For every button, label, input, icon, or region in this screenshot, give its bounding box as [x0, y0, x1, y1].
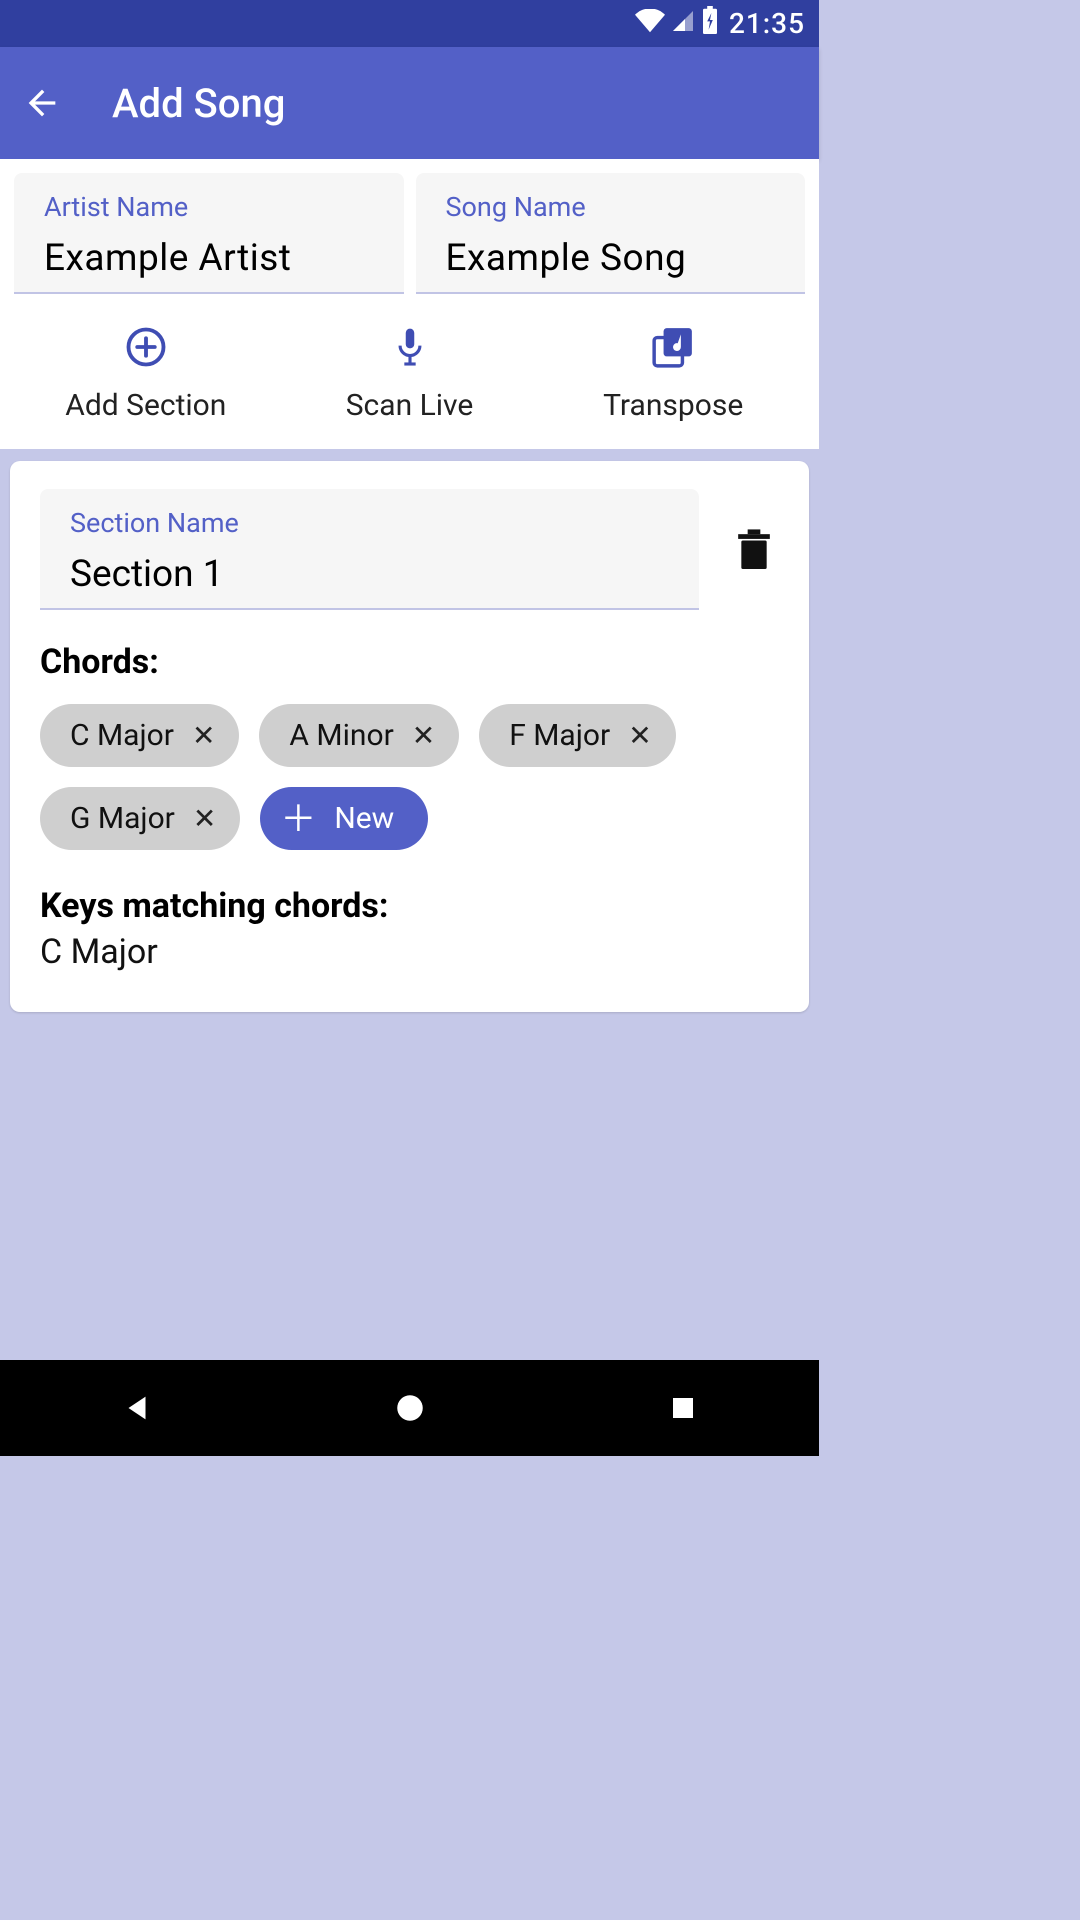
chord-chip[interactable]: A Minor ✕ — [259, 704, 459, 767]
nav-recents-button[interactable] — [658, 1383, 708, 1433]
wifi-icon — [635, 7, 665, 40]
chord-chip-list: C Major ✕ A Minor ✕ F Major ✕ G Major ✕ … — [40, 704, 779, 850]
action-row: Add Section Scan Live Transpose — [14, 312, 805, 449]
song-name-label: Song Name — [446, 191, 776, 223]
section-name-value: Section 1 — [70, 553, 669, 596]
chord-chip-label: A Minor — [289, 718, 393, 753]
chord-chip-label: F Major — [509, 718, 610, 753]
chord-chip[interactable]: G Major ✕ — [40, 787, 240, 850]
add-section-button[interactable]: Add Section — [14, 312, 278, 449]
page-title: Add Song — [112, 80, 285, 127]
close-icon[interactable]: ✕ — [628, 719, 651, 752]
add-section-label: Add Section — [65, 388, 226, 423]
song-name-value: Example Song — [446, 237, 776, 280]
chord-chip[interactable]: F Major ✕ — [479, 704, 675, 767]
nav-back-button[interactable] — [112, 1383, 162, 1433]
content-area: Section Name Section 1 Chords: C Major ✕… — [0, 449, 819, 1024]
scan-live-button[interactable]: Scan Live — [278, 312, 542, 449]
close-icon[interactable]: ✕ — [192, 719, 215, 752]
chord-chip[interactable]: C Major ✕ — [40, 704, 239, 767]
artist-name-value: Example Artist — [44, 237, 374, 280]
section-card: Section Name Section 1 Chords: C Major ✕… — [10, 461, 809, 1012]
artist-name-field[interactable]: Artist Name Example Artist — [14, 173, 404, 294]
status-bar: 21:35 — [0, 0, 819, 47]
song-name-field[interactable]: Song Name Example Song — [416, 173, 806, 294]
section-name-label: Section Name — [70, 507, 669, 539]
close-icon[interactable]: ✕ — [412, 719, 435, 752]
chord-chip-label: C Major — [70, 718, 174, 753]
keys-heading: Keys matching chords: — [40, 886, 779, 926]
nav-home-button[interactable] — [385, 1383, 435, 1433]
delete-section-button[interactable] — [729, 525, 779, 575]
transpose-label: Transpose — [603, 388, 743, 423]
android-nav-bar — [0, 1360, 819, 1456]
plus-circle-icon — [125, 326, 167, 368]
cell-signal-icon — [671, 7, 695, 40]
scan-live-label: Scan Live — [346, 388, 474, 423]
status-icons — [635, 6, 719, 41]
music-note-icon — [651, 326, 695, 368]
new-chord-button[interactable]: ＋ New — [260, 787, 428, 850]
section-name-field[interactable]: Section Name Section 1 — [40, 489, 699, 610]
new-chord-label: New — [334, 801, 394, 836]
app-bar: Add Song — [0, 47, 819, 159]
top-panel: Artist Name Example Artist Song Name Exa… — [0, 159, 819, 449]
keys-value: C Major — [40, 932, 779, 972]
back-button[interactable] — [20, 81, 64, 125]
battery-charging-icon — [701, 6, 719, 41]
artist-name-label: Artist Name — [44, 191, 374, 223]
microphone-icon — [393, 326, 427, 368]
chords-heading: Chords: — [40, 642, 779, 682]
chord-chip-label: G Major — [70, 801, 175, 836]
close-icon[interactable]: ✕ — [193, 802, 216, 835]
status-time: 21:35 — [729, 7, 805, 40]
transpose-button[interactable]: Transpose — [541, 312, 805, 449]
